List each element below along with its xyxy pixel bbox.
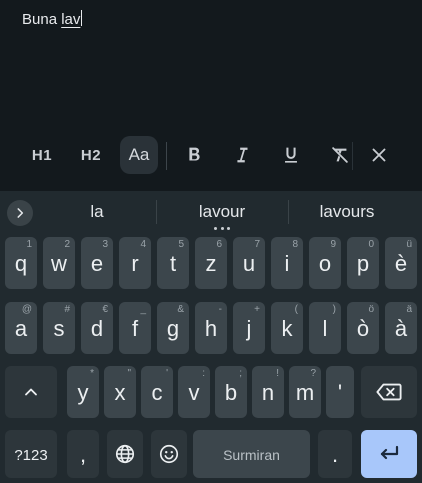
suggestion-item[interactable]: lavours [290, 191, 404, 233]
text-editor[interactable]: Buna lav [0, 0, 422, 130]
shift-key[interactable] [5, 366, 57, 418]
close-toolbar-button[interactable] [365, 136, 393, 174]
key-x[interactable]: x " [104, 366, 136, 418]
backspace-key[interactable] [361, 366, 417, 418]
suggestion-item[interactable]: la [40, 191, 154, 233]
key-u[interactable]: u7 [233, 237, 265, 289]
emoji-key[interactable] [151, 430, 187, 478]
key-c[interactable]: c ' [141, 366, 173, 418]
clear-format-button[interactable] [326, 136, 354, 174]
enter-key[interactable] [361, 430, 417, 478]
clear-format-icon [332, 147, 348, 163]
chevron-right-icon [17, 208, 24, 218]
period-key[interactable]: . [318, 430, 352, 478]
key-e-grave[interactable]: èü [385, 237, 417, 289]
editor-content[interactable]: Buna lav [22, 10, 83, 28]
key-f[interactable]: f _ [119, 302, 151, 354]
key-s[interactable]: s # [43, 302, 75, 354]
heading1-button[interactable]: H1 [24, 136, 60, 174]
soft-keyboard: la lavour lavours q1 w2 e3 r4 t5 z6 u7 i… [0, 191, 422, 483]
bold-button[interactable] [180, 136, 208, 174]
heading2-button[interactable]: H2 [73, 136, 109, 174]
key-e[interactable]: e3 [81, 237, 113, 289]
key-apostrophe[interactable]: ' [326, 366, 354, 418]
symbols-key[interactable]: ?123 [5, 430, 57, 478]
key-p[interactable]: p0 [347, 237, 379, 289]
text-caret [81, 10, 83, 26]
shift-icon [25, 388, 37, 396]
suggestion-divider [156, 200, 157, 224]
key-o[interactable]: o9 [309, 237, 341, 289]
format-toolbar: H1 H2 Aa [0, 132, 422, 178]
underline-button[interactable] [277, 136, 305, 174]
toolbar-divider [352, 142, 353, 170]
enter-icon [380, 445, 399, 460]
key-r[interactable]: r4 [119, 237, 151, 289]
key-z[interactable]: z6 [195, 237, 227, 289]
key-k[interactable]: k( [271, 302, 303, 354]
underline-icon [285, 147, 297, 163]
key-h[interactable]: h- [195, 302, 227, 354]
key-g[interactable]: g & [157, 302, 189, 354]
more-suggestions-indicator [214, 227, 230, 231]
key-n[interactable]: n! [252, 366, 284, 418]
suggestion-strip: la lavour lavours [0, 191, 422, 233]
key-v[interactable]: v: [178, 366, 210, 418]
toolbar-divider [166, 142, 167, 170]
key-j[interactable]: j + [233, 302, 265, 354]
bold-icon [189, 147, 200, 161]
key-a[interactable]: a @ [5, 302, 37, 354]
italic-button[interactable] [228, 136, 256, 174]
screen: Buna lav H1 H2 Aa la lavour lavours q 1 … [0, 0, 422, 483]
key-t[interactable]: t5 [157, 237, 189, 289]
key-l[interactable]: l) [309, 302, 341, 354]
key-d[interactable]: d € [81, 302, 113, 354]
key-o-grave[interactable]: òö [347, 302, 379, 354]
italic-icon [237, 147, 248, 163]
key-a-grave[interactable]: àä [385, 302, 417, 354]
key-i[interactable]: i8 [271, 237, 303, 289]
backspace-icon [376, 383, 402, 401]
key-y[interactable]: y * [67, 366, 99, 418]
key-m[interactable]: m? [289, 366, 321, 418]
suggestion-divider [288, 200, 289, 224]
emoji-icon [159, 444, 179, 464]
expand-toolbar-button[interactable] [7, 200, 33, 226]
globe-icon [115, 444, 135, 464]
editor-composing-word: lav [61, 11, 81, 28]
language-key[interactable] [107, 430, 143, 478]
key-q[interactable]: q1 [5, 237, 37, 289]
key-b[interactable]: b; [215, 366, 247, 418]
comma-key[interactable]: , [67, 430, 99, 478]
close-icon [372, 148, 386, 162]
editor-plain-text: Buna [22, 11, 62, 28]
space-key[interactable]: Surmiran [193, 430, 310, 478]
text-style-button[interactable]: Aa [120, 136, 158, 174]
key-w[interactable]: w2 [43, 237, 75, 289]
